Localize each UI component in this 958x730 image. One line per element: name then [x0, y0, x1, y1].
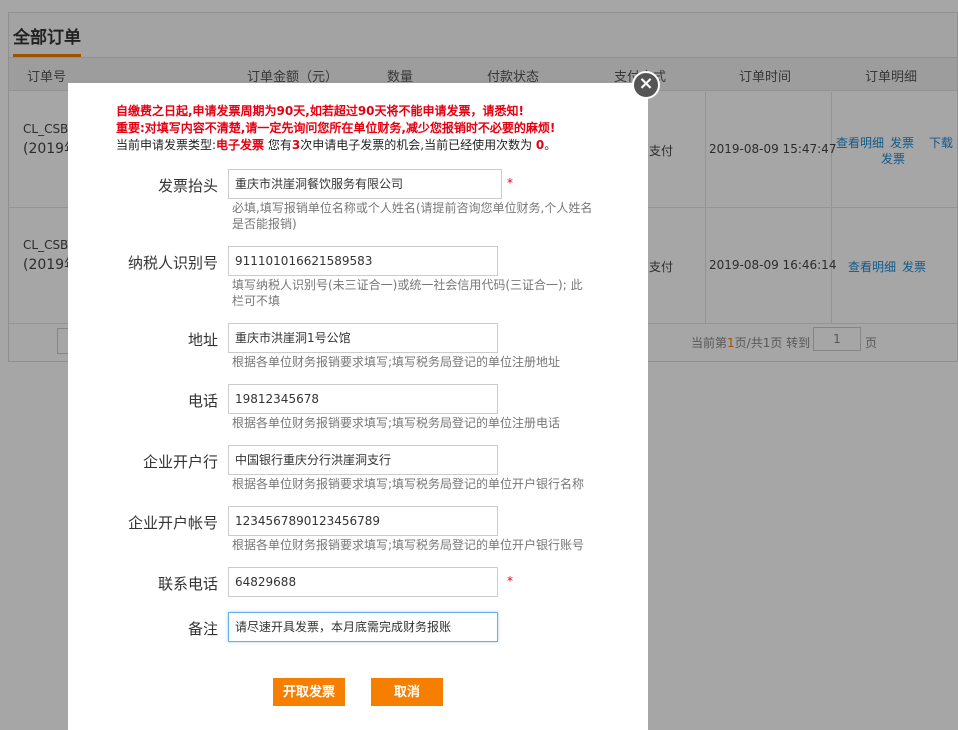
tax-id-input[interactable]: 911101016621589583: [228, 246, 498, 276]
bank-label: 企业开户行: [142, 453, 218, 471]
bank-account-hint: 根据各单位财务报销要求填写;填写税务局登记的单位开户银行账号: [232, 538, 585, 552]
tax-id-hint: 填写纳税人识别号(未三证合一)或统一社会信用代码(三证合一); 此栏可不填: [232, 278, 583, 308]
required-mark: *: [507, 176, 513, 190]
phone-hint: 根据各单位财务报销要求填写;填写税务局登记的单位注册电话: [232, 416, 561, 430]
notice-period: 自缴费之日起,申请发票周期为90天,如若超过90天将不能申请发票，请悉知!: [116, 104, 524, 118]
contact-phone-label: 联系电话: [157, 575, 218, 593]
phone-input[interactable]: 19812345678: [228, 384, 498, 414]
remark-input[interactable]: 请尽速开具发票，本月底需完成财务报账: [228, 612, 498, 642]
cancel-button[interactable]: 取消: [371, 678, 443, 706]
address-label: 地址: [187, 331, 218, 349]
address-hint: 根据各单位财务报销要求填写;填写税务局登记的单位注册地址: [232, 355, 561, 369]
tax-id-label: 纳税人识别号: [127, 254, 218, 272]
remark-label: 备注: [187, 620, 218, 638]
invoice-title-label: 发票抬头: [157, 177, 218, 195]
bank-input[interactable]: 中国银行重庆分行洪崖洞支行: [228, 445, 498, 475]
bank-account-label: 企业开户帐号: [127, 514, 218, 532]
close-icon[interactable]: ×: [632, 71, 660, 99]
bank-hint: 根据各单位财务报销要求填写;填写税务局登记的单位开户银行名称: [232, 477, 585, 491]
bank-account-input[interactable]: 1234567890123456789: [228, 506, 498, 536]
address-input[interactable]: 重庆市洪崖洞1号公馆: [228, 323, 498, 353]
required-mark: *: [507, 574, 513, 588]
notice-important: 重要:对填写内容不清楚,请一定先询问您所在单位财务,减少您报销时不必要的麻烦!: [116, 121, 556, 135]
submit-invoice-button[interactable]: 开取发票: [273, 678, 345, 706]
invoice-title-hint: 必填,填写报销单位名称或个人姓名(请提前咨询您单位财务,个人姓名是否能报销): [232, 201, 593, 231]
phone-label: 电话: [187, 392, 218, 410]
invoice-title-input[interactable]: 重庆市洪崖洞餐饮服务有限公司: [228, 169, 502, 199]
invoice-modal: 自缴费之日起,申请发票周期为90天,如若超过90天将不能申请发票，请悉知! 重要…: [68, 83, 648, 730]
contact-phone-input[interactable]: 64829688: [228, 567, 498, 597]
notice-invoice-type: 当前申请发票类型:电子发票 您有3次申请电子发票的机会,当前已经使用次数为 0。: [116, 138, 557, 152]
